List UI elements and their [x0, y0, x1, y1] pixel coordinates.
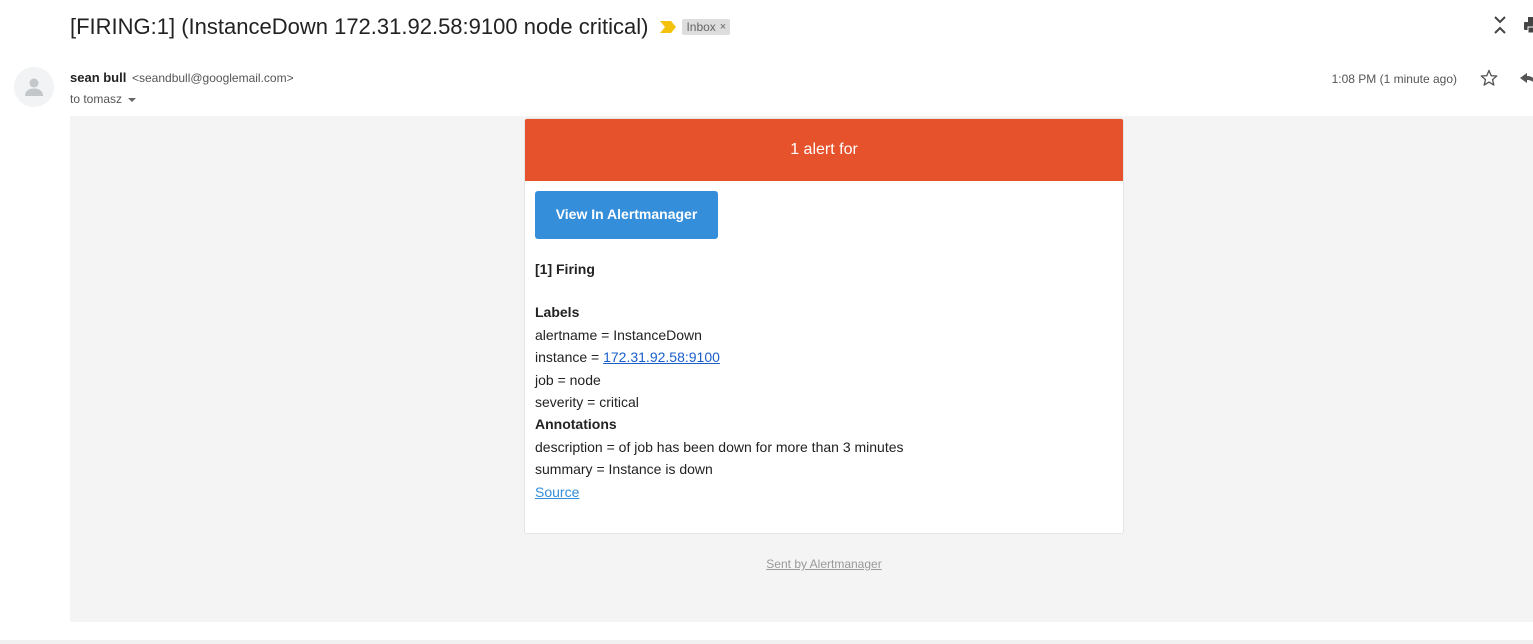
label-value: critical — [599, 394, 639, 411]
remove-label-button[interactable]: × — [720, 21, 726, 33]
sender-email: <seandbull@googlemail.com> — [131, 71, 294, 85]
recipients-toggle[interactable]: to tomasz — [70, 92, 137, 106]
inbox-label-text: Inbox — [686, 20, 716, 34]
annotation-key: summary = — [535, 461, 609, 478]
label-row: instance = 172.31.92.58:9100 — [535, 346, 1113, 368]
importance-marker-icon[interactable] — [660, 21, 677, 33]
chevron-down-icon[interactable] — [128, 98, 137, 102]
firing-title: [1] Firing — [535, 261, 595, 277]
label-key: severity = — [535, 394, 600, 411]
inbox-label-chip[interactable]: Inbox × — [682, 19, 731, 35]
label-key: job = — [535, 371, 570, 388]
alert-card-body: View In Alertmanager [1] Firing Labels a… — [525, 181, 1123, 503]
label-row: severity = critical — [535, 391, 1113, 413]
label-row: alertname = InstanceDown — [535, 324, 1113, 346]
annotation-row: description = of job has been down for m… — [535, 436, 1113, 458]
annotation-value: Instance is down — [608, 461, 713, 478]
alert-card: 1 alert for View In Alertmanager [1] Fir… — [524, 118, 1124, 534]
print-icon[interactable] — [1523, 14, 1533, 36]
sender-name[interactable]: sean bull — [70, 70, 126, 85]
sender-line: sean bull <seandbull@googlemail.com> — [70, 70, 294, 85]
bottom-divider — [0, 640, 1533, 644]
alert-header: 1 alert for — [525, 119, 1123, 181]
toolbar-icons — [1491, 14, 1533, 36]
alert-header-text: 1 alert for — [790, 141, 858, 158]
label-key: instance = — [535, 349, 604, 366]
label-row: job = node — [535, 369, 1113, 391]
annotation-key: description = — [535, 438, 619, 455]
email-footer: Sent by Alertmanager — [524, 557, 1124, 571]
email-subject: [FIRING:1] (InstanceDown 172.31.92.58:91… — [70, 14, 649, 39]
annotation-row: summary = Instance is down — [535, 458, 1113, 480]
star-icon[interactable] — [1479, 68, 1499, 88]
annotation-value: of job has been down for more than 3 min… — [618, 438, 904, 455]
label-value: node — [569, 371, 601, 388]
sender-avatar[interactable] — [14, 67, 54, 107]
message-time: 1:08 PM (1 minute ago) — [1331, 72, 1457, 86]
view-in-alertmanager-button[interactable]: View In Alertmanager — [535, 191, 718, 239]
annotations-title: Annotations — [535, 416, 617, 433]
label-key: alertname = — [535, 326, 614, 343]
sent-by-alertmanager-link[interactable]: Sent by Alertmanager — [766, 557, 881, 571]
source-link[interactable]: Source — [535, 484, 579, 500]
person-avatar-icon — [25, 78, 43, 96]
collapse-all-icon[interactable] — [1491, 14, 1509, 36]
reply-icon[interactable] — [1519, 70, 1533, 86]
instance-link[interactable]: 172.31.92.58:9100 — [603, 349, 720, 365]
subject-row: [FIRING:1] (InstanceDown 172.31.92.58:91… — [70, 10, 731, 44]
label-value: InstanceDown — [613, 326, 702, 343]
recipients-text: to tomasz — [70, 92, 123, 106]
labels-title: Labels — [535, 304, 580, 321]
